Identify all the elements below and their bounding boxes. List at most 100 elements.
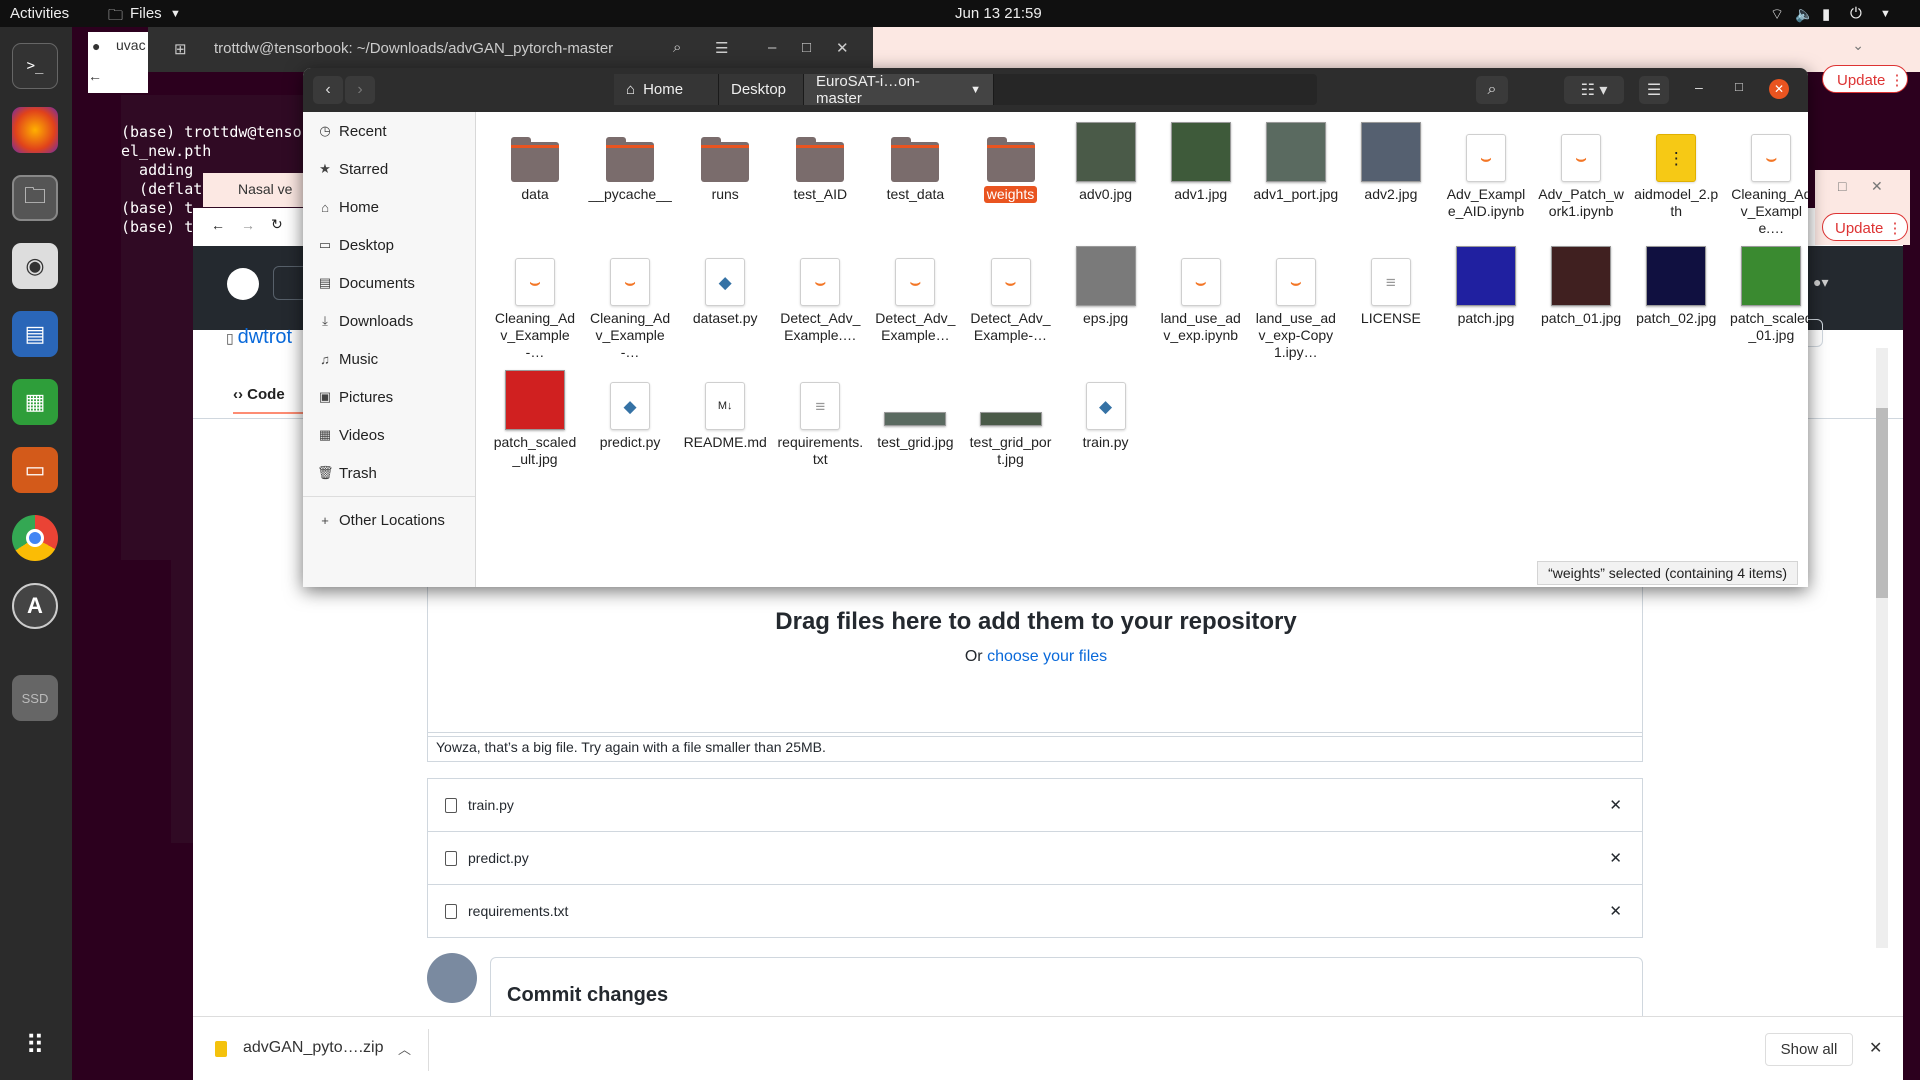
- update-button[interactable]: Update ⋮: [1822, 65, 1908, 93]
- browser-back-button[interactable]: ←: [88, 68, 148, 93]
- sidebar-item-other-locations[interactable]: + Other Locations: [303, 501, 475, 539]
- search-icon[interactable]: ⌕: [1476, 76, 1508, 104]
- file-item[interactable]: patch.jpg: [1440, 242, 1532, 327]
- repo-owner-link[interactable]: ▯ dwtrot: [226, 326, 292, 349]
- files-icon[interactable]: 🗀: [12, 175, 58, 221]
- chevron-down-icon[interactable]: ⌄: [1852, 37, 1864, 54]
- update-button[interactable]: Update ⋮: [1822, 213, 1908, 241]
- file-item[interactable]: ◆ predict.py: [584, 366, 676, 451]
- search-icon[interactable]: ⌕: [673, 39, 681, 56]
- sidebar-item-documents[interactable]: ▤ Documents: [303, 264, 475, 302]
- close-icon[interactable]: ✕: [1869, 1038, 1882, 1058]
- browser-tab[interactable]: Nasal ve: [203, 173, 303, 207]
- back-icon[interactable]: ‹: [313, 76, 343, 104]
- close-icon[interactable]: ✕: [836, 39, 849, 57]
- file-item[interactable]: patch_01.jpg: [1535, 242, 1627, 327]
- drop-zone[interactable]: Drag files here to add them to your repo…: [427, 578, 1643, 737]
- file-item[interactable]: ⌣ Cleaning_Adv_Example-…: [584, 242, 676, 361]
- file-item[interactable]: ◆ dataset.py: [679, 242, 771, 327]
- scrollbar-thumb[interactable]: [1876, 408, 1888, 598]
- download-file[interactable]: advGAN_pyto….zip: [243, 1039, 384, 1057]
- file-item[interactable]: test_grid_port.jpg: [965, 366, 1057, 468]
- file-item[interactable]: data: [489, 118, 581, 203]
- app-menu[interactable]: Files: [130, 5, 162, 22]
- file-item[interactable]: __pycache__: [584, 118, 676, 203]
- minimize-icon[interactable]: –: [1695, 79, 1703, 95]
- maximize-icon[interactable]: □: [802, 39, 811, 56]
- view-list-icon[interactable]: ☷ ▾: [1564, 76, 1624, 104]
- file-item[interactable]: test_AID: [774, 118, 866, 203]
- file-item[interactable]: ⌣ Adv_Example_AID.ipynb: [1440, 118, 1532, 220]
- impress-icon[interactable]: ▭: [12, 447, 58, 493]
- new-tab-icon[interactable]: ⊞: [174, 40, 187, 58]
- clock[interactable]: Jun 13 21:59: [955, 5, 1042, 22]
- close-icon[interactable]: ✕: [1871, 178, 1883, 195]
- file-item[interactable]: ◆ train.py: [1060, 366, 1152, 451]
- file-item[interactable]: ⌣ Detect_Adv_Example-…: [965, 242, 1057, 344]
- menu-icon[interactable]: ☰: [715, 39, 728, 57]
- file-item[interactable]: ≡ requirements.txt: [774, 366, 866, 468]
- power-icon[interactable]: ⏻: [1850, 5, 1862, 22]
- choose-files-link[interactable]: choose your files: [987, 648, 1107, 665]
- file-item[interactable]: ⌣ Adv_Patch_work1.ipynb: [1535, 118, 1627, 220]
- show-all-button[interactable]: Show all: [1765, 1033, 1853, 1066]
- close-icon[interactable]: ✕: [1769, 79, 1789, 99]
- apps-grid-icon[interactable]: ⠿: [12, 1022, 58, 1068]
- maximize-icon[interactable]: □: [1838, 178, 1846, 194]
- network-icon[interactable]: ⌔: [1770, 5, 1784, 24]
- scrollbar[interactable]: [1876, 348, 1888, 948]
- battery-icon[interactable]: ▮: [1822, 5, 1830, 23]
- software-icon[interactable]: A: [12, 583, 58, 629]
- file-item[interactable]: patch_scaled_ult.jpg: [489, 366, 581, 468]
- file-item[interactable]: ≡ LICENSE: [1345, 242, 1437, 327]
- terminal-icon[interactable]: >_: [12, 43, 58, 89]
- files-menu-icon[interactable]: 🗀: [108, 5, 123, 30]
- file-item[interactable]: test_grid.jpg: [869, 366, 961, 451]
- file-item[interactable]: M↓ README.md: [679, 366, 771, 451]
- maximize-icon[interactable]: □: [1735, 79, 1743, 94]
- system-menu-chevron-icon[interactable]: ▼: [1880, 8, 1891, 20]
- file-item[interactable]: ⌣ Detect_Adv_Example…: [869, 242, 961, 344]
- remove-icon[interactable]: ✕: [1609, 902, 1622, 920]
- sidebar-item-desktop[interactable]: ▭ Desktop: [303, 226, 475, 264]
- firefox-icon[interactable]: [12, 107, 58, 153]
- forward-icon[interactable]: →: [241, 217, 255, 233]
- chevron-up-icon[interactable]: ︿: [398, 1039, 411, 1058]
- sidebar-item-recent[interactable]: ◷ Recent: [303, 112, 475, 150]
- file-item[interactable]: ⋮ aidmodel_2.pth: [1630, 118, 1722, 220]
- remove-icon[interactable]: ✕: [1609, 849, 1622, 867]
- file-item[interactable]: adv1.jpg: [1155, 118, 1247, 203]
- sidebar-item-pictures[interactable]: ▣ Pictures: [303, 378, 475, 416]
- sidebar-item-videos[interactable]: ▦ Videos: [303, 416, 475, 454]
- chevron-down-icon[interactable]: ▼: [170, 8, 181, 20]
- github-logo-icon[interactable]: [227, 268, 259, 300]
- breadcrumb-desktop[interactable]: Desktop: [719, 74, 804, 105]
- file-item[interactable]: ⌣ Cleaning_Adv_Example-…: [489, 242, 581, 361]
- ssd-icon[interactable]: SSD: [12, 675, 58, 721]
- forward-icon[interactable]: ›: [345, 76, 375, 104]
- back-icon[interactable]: ←: [211, 217, 225, 233]
- file-item[interactable]: eps.jpg: [1060, 242, 1152, 327]
- volume-icon[interactable]: 🔈: [1795, 5, 1814, 23]
- breadcrumb-home[interactable]: ⌂ Home: [614, 74, 719, 105]
- file-item[interactable]: runs: [679, 118, 771, 203]
- file-item[interactable]: patch_02.jpg: [1630, 242, 1722, 327]
- file-item[interactable]: adv2.jpg: [1345, 118, 1437, 203]
- minimize-icon[interactable]: –: [768, 39, 776, 56]
- file-item[interactable]: ⌣ land_use_adv_exp.ipynb: [1155, 242, 1247, 344]
- file-item[interactable]: ⌣ land_use_adv_exp-Copy1.ipy…: [1250, 242, 1342, 361]
- reload-icon[interactable]: ↻: [271, 216, 283, 233]
- file-item[interactable]: patch_scaled_01.jpg: [1725, 242, 1808, 344]
- sidebar-item-home[interactable]: ⌂ Home: [303, 188, 475, 226]
- avatar[interactable]: ●▾: [1813, 274, 1828, 291]
- sidebar-item-music[interactable]: ♫ Music: [303, 340, 475, 378]
- sidebar-item-downloads[interactable]: ⤓ Downloads: [303, 302, 475, 340]
- activities-button[interactable]: Activities: [10, 5, 69, 22]
- sidebar-item-trash[interactable]: 🗑 Trash: [303, 454, 475, 492]
- remove-icon[interactable]: ✕: [1609, 796, 1622, 814]
- terminal-titlebar[interactable]: ⊞ trottdw@tensorbook: ~/Downloads/advGAN…: [148, 27, 873, 72]
- file-item[interactable]: ⌣ Cleaning_Adv_Example.…: [1725, 118, 1808, 237]
- file-item[interactable]: adv0.jpg: [1060, 118, 1152, 203]
- file-item[interactable]: ⌣ Detect_Adv_Example.…: [774, 242, 866, 344]
- breadcrumb-current[interactable]: EuroSAT-i…on-master ▼: [804, 73, 994, 107]
